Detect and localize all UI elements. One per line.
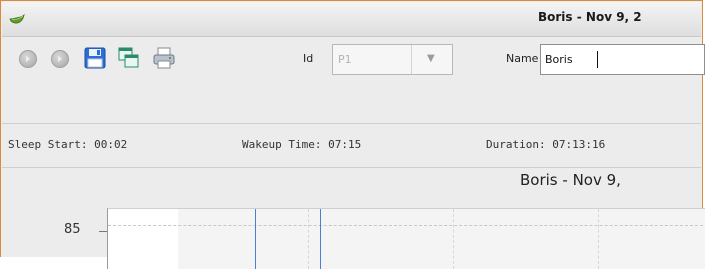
title-bar[interactable]: Boris - Nov 9, 2 bbox=[2, 2, 701, 37]
name-label: Name bbox=[506, 52, 539, 65]
vertical-gridline bbox=[453, 209, 454, 269]
app-window: Boris - Nov 9, 2 Id P1 ▼ Name Sleep Star… bbox=[0, 0, 705, 269]
sleep-chart: Boris - Nov 9, 85 bbox=[2, 168, 705, 269]
event-marker-line bbox=[255, 209, 256, 269]
id-dropdown-button[interactable]: ▼ bbox=[411, 45, 452, 74]
y-tick-label: 85 bbox=[64, 222, 81, 237]
chart-title: Boris - Nov 9, bbox=[520, 171, 621, 189]
id-value: P1 bbox=[338, 53, 352, 66]
plot-background-shade bbox=[178, 209, 705, 269]
name-field-box[interactable] bbox=[540, 44, 705, 75]
plot-area[interactable] bbox=[107, 208, 705, 269]
vertical-gridline bbox=[598, 209, 599, 269]
duration-text: Duration: 07:13:16 bbox=[486, 138, 606, 151]
forward-button[interactable] bbox=[51, 50, 69, 68]
sleep-start-text: Sleep Start: 00:02 bbox=[8, 138, 128, 151]
vertical-gridline bbox=[308, 209, 309, 269]
printer-icon[interactable] bbox=[153, 47, 175, 69]
name-input[interactable] bbox=[541, 45, 705, 74]
event-marker-line bbox=[320, 209, 321, 269]
text-caret bbox=[597, 51, 598, 68]
sleep-status-bar: Sleep Start: 00:02 Wakeup Time: 07:15 Du… bbox=[2, 124, 701, 168]
chevron-down-icon: ▼ bbox=[427, 53, 435, 64]
window-title: Boris - Nov 9, 2 bbox=[538, 10, 642, 24]
back-button[interactable] bbox=[19, 50, 37, 68]
horizontal-gridline bbox=[108, 225, 705, 226]
copy-windows-icon[interactable] bbox=[118, 47, 140, 69]
app-leaf-icon bbox=[9, 13, 25, 24]
y-tick bbox=[99, 231, 107, 232]
id-label: Id bbox=[303, 52, 314, 65]
id-combobox[interactable]: P1 ▼ bbox=[332, 44, 453, 75]
wakeup-time-text: Wakeup Time: 07:15 bbox=[242, 138, 362, 151]
floppy-disk-icon[interactable] bbox=[84, 47, 106, 69]
